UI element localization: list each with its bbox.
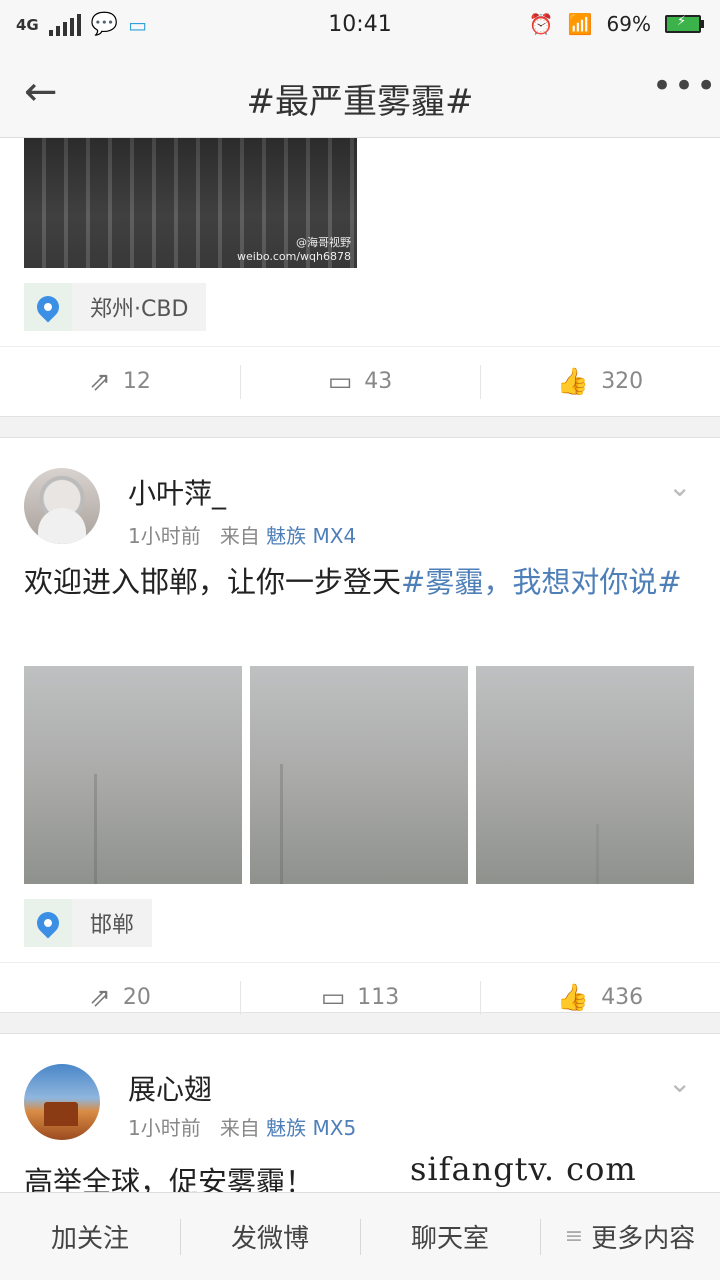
from-label: 来自 xyxy=(219,524,260,548)
divider xyxy=(0,416,720,438)
like-count: 320 xyxy=(601,369,644,394)
status-right: ⏰ 📶 69% xyxy=(529,12,704,36)
post-source[interactable]: 魅族 MX4 xyxy=(266,524,356,548)
like-button[interactable]: 👍 320 xyxy=(480,347,720,416)
bottom-toolbar: 加关注 发微博 聊天室 ≡ 更多内容 xyxy=(0,1192,720,1280)
repost-icon: ⇗ xyxy=(89,366,111,397)
site-watermark: sifangtv. com xyxy=(410,1150,637,1188)
location-pin-icon xyxy=(24,899,72,947)
comment-icon: ▭ xyxy=(320,982,346,1013)
post-text: 欢迎进入邯郸，让你一步登天#雾霾，我想对你说# xyxy=(24,560,696,604)
chevron-down-icon[interactable]: ⌄ xyxy=(668,470,698,503)
avatar[interactable] xyxy=(24,1064,100,1140)
comment-button[interactable]: ▭ 113 xyxy=(240,963,480,1032)
chat-room-button[interactable]: 聊天室 xyxy=(360,1193,540,1280)
post-card: 小叶萍_ 1小时前 来自 魅族 MX4 ⌄ 欢迎进入邯郸，让你一步登天#雾霾，我… xyxy=(0,438,720,1015)
thumbs-up-icon: 👍 xyxy=(556,982,590,1013)
location-label: 邯郸 xyxy=(90,913,135,938)
topic-link[interactable]: #雾霾，我想对你说# xyxy=(401,565,682,599)
post-source[interactable]: 魅族 MX5 xyxy=(266,1116,356,1140)
status-bar: 4G 💬 ▭ 10:41 ⏰ 📶 69% xyxy=(0,0,720,50)
location-pin-icon xyxy=(24,283,72,331)
page-title: #最严重雾霾# xyxy=(246,82,474,122)
comment-button[interactable]: ▭ 43 xyxy=(240,347,480,416)
repost-icon: ⇗ xyxy=(89,982,111,1013)
thumbs-up-icon: 👍 xyxy=(556,366,590,397)
post-actions: ⇗ 12 ▭ 43 👍 320 xyxy=(0,346,720,416)
post-time: 1小时前 xyxy=(128,1116,201,1140)
repost-button[interactable]: ⇗ 12 xyxy=(0,347,240,416)
repost-count: 12 xyxy=(122,369,151,394)
feed[interactable]: @海哥视野 weibo.com/wqh6878 郑州·CBD ⇗ 12 ▭ 43… xyxy=(0,138,720,1192)
post-text-body: 欢迎进入邯郸，让你一步登天 xyxy=(24,565,402,599)
battery-percent: 69% xyxy=(606,12,651,36)
post-actions: ⇗ 20 ▭ 113 👍 436 xyxy=(0,962,720,1032)
post-meta: 1小时前 来自 魅族 MX4 xyxy=(128,520,356,549)
post-image[interactable] xyxy=(250,666,468,884)
more-options-icon[interactable]: ••• xyxy=(652,69,716,112)
nav-header: ← #最严重雾霾# ••• xyxy=(0,50,720,138)
username[interactable]: 展心翅 xyxy=(128,1068,212,1108)
post-image[interactable]: @海哥视野 weibo.com/wqh6878 xyxy=(24,138,357,268)
comment-icon: ▭ xyxy=(327,366,353,397)
repost-button[interactable]: ⇗ 20 xyxy=(0,963,240,1032)
post-meta: 1小时前 来自 魅族 MX5 xyxy=(128,1112,356,1141)
repost-count: 20 xyxy=(122,985,151,1010)
from-label: 来自 xyxy=(219,1116,260,1140)
like-count: 436 xyxy=(601,985,644,1010)
image-watermark: @海哥视野 weibo.com/wqh6878 xyxy=(237,236,351,263)
avatar[interactable] xyxy=(24,468,100,544)
comment-count: 43 xyxy=(364,369,393,394)
like-button[interactable]: 👍 436 xyxy=(480,963,720,1032)
battery-icon xyxy=(665,14,704,33)
post-time: 1小时前 xyxy=(128,524,201,548)
username[interactable]: 小叶萍_ xyxy=(128,472,226,512)
chevron-down-icon[interactable]: ⌄ xyxy=(668,1066,698,1099)
location-label: 郑州·CBD xyxy=(90,297,189,322)
more-content-button[interactable]: ≡ 更多内容 xyxy=(540,1193,720,1280)
location-tag[interactable]: 郑州·CBD xyxy=(24,283,207,331)
post-image[interactable] xyxy=(24,666,242,884)
menu-icon: ≡ xyxy=(564,1224,584,1249)
follow-button[interactable]: 加关注 xyxy=(0,1193,180,1280)
wifi-icon: 📶 xyxy=(567,12,593,36)
location-tag[interactable]: 邯郸 xyxy=(24,899,153,947)
post-weibo-button[interactable]: 发微博 xyxy=(180,1193,360,1280)
comment-count: 113 xyxy=(357,985,400,1010)
alarm-icon: ⏰ xyxy=(528,12,554,36)
post-image[interactable] xyxy=(476,666,694,884)
post-card: @海哥视野 weibo.com/wqh6878 郑州·CBD ⇗ 12 ▭ 43… xyxy=(0,138,720,416)
